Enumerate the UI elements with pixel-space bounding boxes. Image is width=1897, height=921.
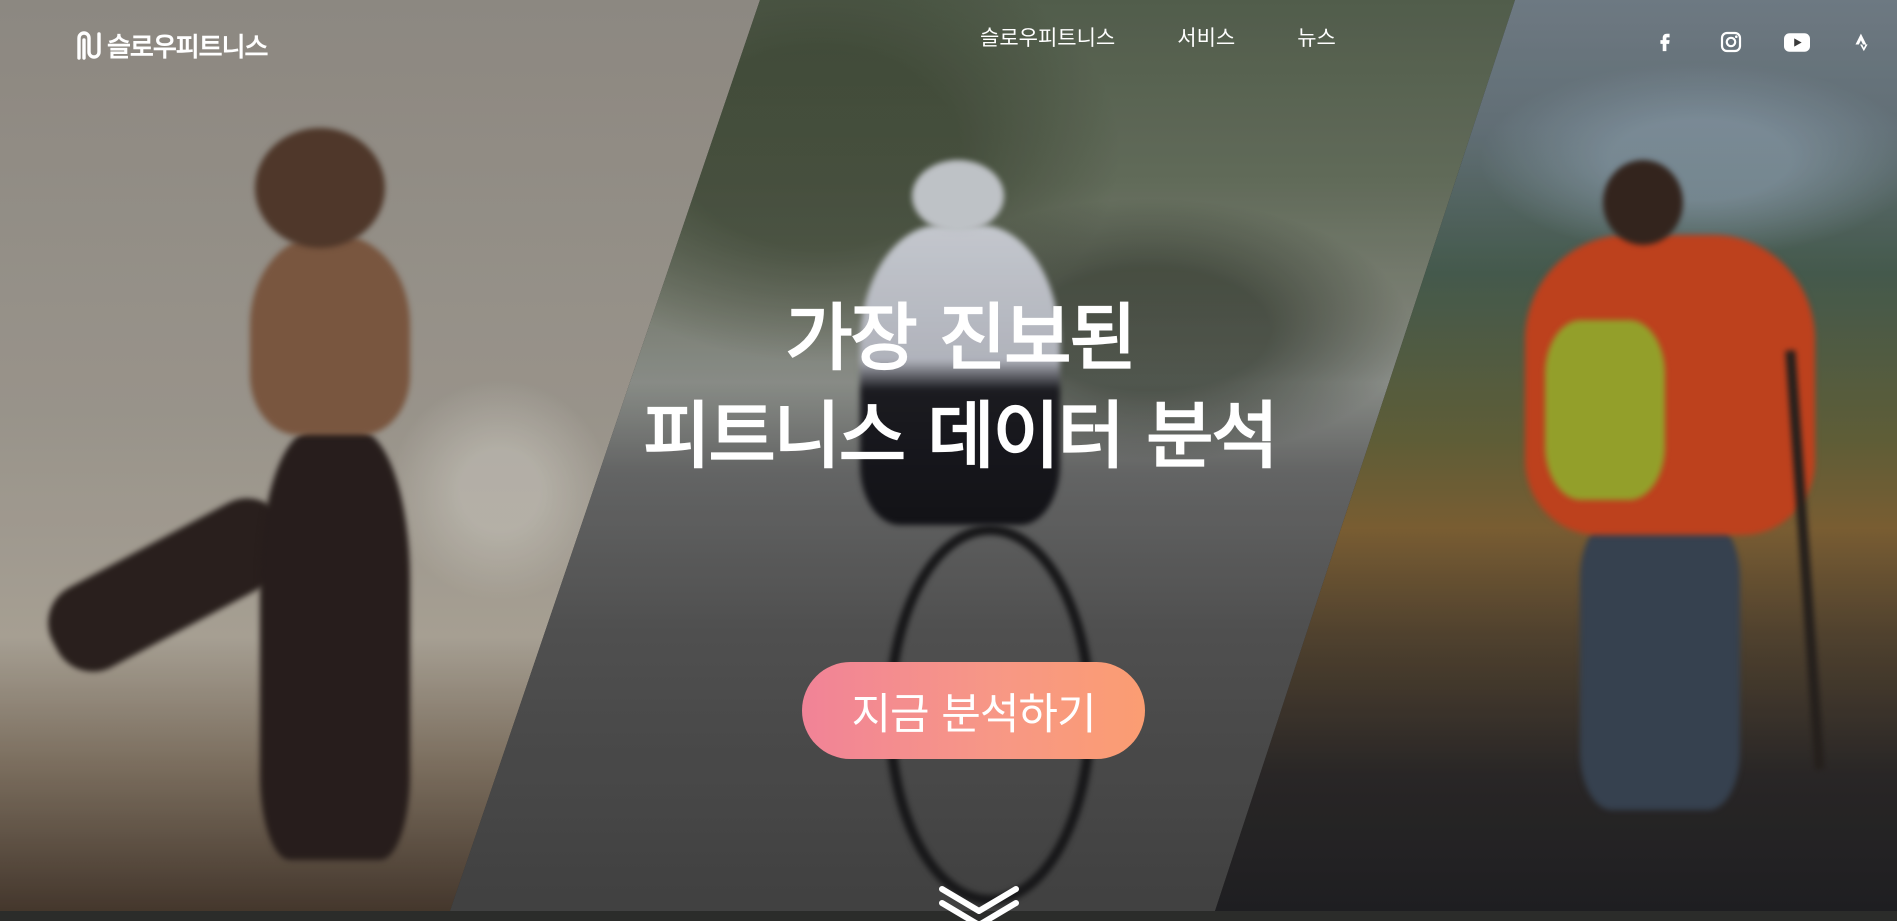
facebook-icon[interactable]	[1647, 28, 1683, 56]
site-logo[interactable]: 슬로우피트니스	[75, 27, 268, 63]
instagram-icon[interactable]	[1713, 28, 1749, 56]
chevron-down-icon[interactable]	[934, 881, 1024, 921]
youtube-icon[interactable]	[1779, 28, 1815, 56]
nav-item-slowfitness[interactable]: 슬로우피트니스	[980, 24, 1115, 52]
strava-icon[interactable]	[1845, 28, 1881, 56]
hero-headline: 가장 진보된 피트니스 데이터 분석	[0, 290, 1897, 486]
headline-line-1: 가장 진보된	[785, 296, 1136, 381]
headline-line-2: 피트니스 데이터 분석	[643, 394, 1278, 479]
nav-item-news[interactable]: 뉴스	[1297, 24, 1336, 52]
logo-mark-icon	[77, 31, 101, 60]
logo-text: 슬로우피트니스	[107, 32, 268, 63]
nav-item-services[interactable]: 서비스	[1177, 24, 1235, 52]
main-nav: 슬로우피트니스 서비스 뉴스	[980, 24, 1336, 52]
social-links	[1647, 28, 1881, 56]
site-header: 슬로우피트니스 슬로우피트니스 서비스 뉴스	[0, 0, 1897, 84]
analyze-now-button[interactable]: 지금 분석하기	[802, 662, 1145, 759]
